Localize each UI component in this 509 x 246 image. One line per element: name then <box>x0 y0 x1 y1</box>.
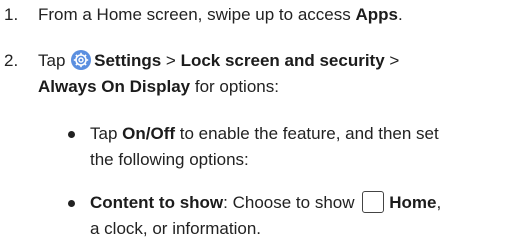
apps-label: Apps <box>355 5 398 24</box>
separator: > <box>384 51 400 70</box>
step-text: Tap <box>38 51 71 70</box>
bullet-dot <box>68 200 75 207</box>
step-1-line: From a Home screen, swipe up to access A… <box>38 3 403 27</box>
bullet-text: a clock, or information. <box>90 219 262 238</box>
lock-screen-label: Lock screen and security <box>180 51 385 70</box>
bullet-text: , <box>436 193 442 212</box>
bullet-dot <box>68 131 75 138</box>
always-on-display-label: Always On Display <box>38 77 191 96</box>
home-key-icon <box>362 191 385 213</box>
bullet-text: : Choose to show <box>223 193 360 212</box>
bullet-text: to enable the feature, and then set <box>175 124 439 143</box>
separator: > <box>161 51 181 70</box>
bullet-2-line-1: Content to show: Choose to show Home, <box>90 191 441 215</box>
settings-label: Settings <box>94 51 162 70</box>
step-2-line-2: Always On Display for options: <box>38 75 279 99</box>
bullet-text: Tap <box>90 124 123 143</box>
bullet-1-line-1: Tap On/Off to enable the feature, and th… <box>90 122 439 146</box>
step-2-line-1: Tap Settings > Lock screen and security … <box>38 49 399 73</box>
home-label: Home <box>389 193 437 212</box>
step-number: 2. <box>4 51 19 70</box>
bullet-2-line-2: a clock, or information. <box>90 217 261 241</box>
content-to-show-label: Content to show <box>90 193 224 212</box>
step-text: . <box>397 5 403 24</box>
step-text: for options: <box>190 77 279 96</box>
step-text: From a Home screen, swipe up to access <box>38 5 356 24</box>
bullet-1-line-2: the following options: <box>90 148 249 172</box>
document-page: 1. From a Home screen, swipe up to acces… <box>0 0 509 246</box>
on-off-label: On/Off <box>122 124 176 143</box>
step-number: 1. <box>4 5 19 24</box>
settings-gear-icon <box>71 50 92 70</box>
bullet-text: the following options: <box>90 150 249 169</box>
